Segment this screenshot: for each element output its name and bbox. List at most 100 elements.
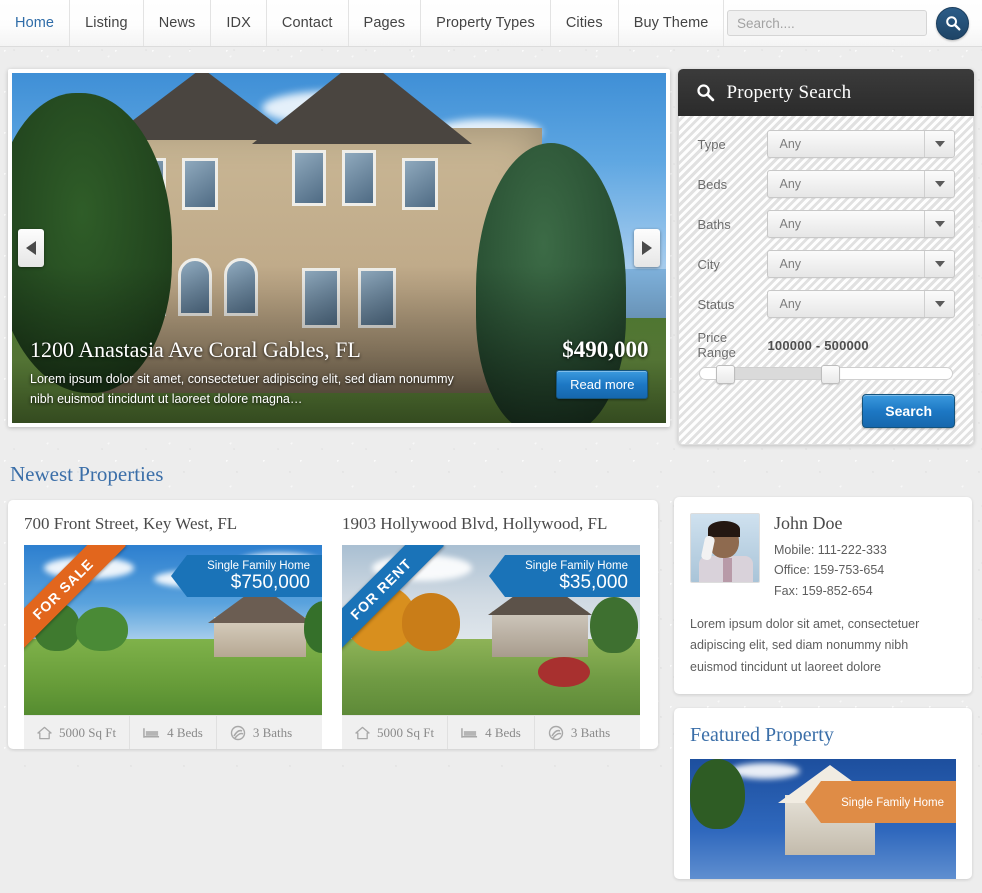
nav-item-home[interactable]: Home bbox=[0, 0, 71, 46]
property-meta: 5000 Sq Ft 4 Beds 3 Baths bbox=[24, 715, 322, 749]
nav-item-news[interactable]: News bbox=[144, 0, 212, 46]
newest-properties-heading: Newest Properties bbox=[10, 462, 164, 486]
agent-fax: Fax: 159-852-654 bbox=[774, 583, 873, 598]
chevron-down-icon bbox=[924, 171, 954, 197]
property-price: $35,000 bbox=[559, 572, 628, 594]
city-select[interactable]: Any bbox=[767, 250, 955, 278]
property-type: Single Family Home bbox=[207, 559, 310, 572]
meta-area: 5000 Sq Ft bbox=[342, 716, 447, 749]
meta-baths: 3 Baths bbox=[215, 716, 305, 749]
bath-icon bbox=[548, 725, 564, 740]
chevron-down-icon bbox=[924, 251, 954, 277]
status-select[interactable]: Any bbox=[767, 290, 955, 318]
property-card: 700 Front Street, Key West, FL Single Fa… bbox=[24, 514, 322, 749]
select-value: Any bbox=[779, 177, 802, 191]
property-search-title: Property Search bbox=[726, 81, 852, 103]
nav-item-listing[interactable]: Listing bbox=[70, 0, 144, 46]
search-input[interactable] bbox=[727, 10, 927, 36]
price-range-slider[interactable] bbox=[699, 365, 953, 384]
chevron-down-icon bbox=[924, 131, 954, 157]
newest-properties-card: 700 Front Street, Key West, FL Single Fa… bbox=[8, 500, 658, 749]
property-search-submit-button[interactable]: Search bbox=[862, 394, 955, 428]
property-card: 1903 Hollywood Blvd, Hollywood, FL Singl… bbox=[342, 514, 640, 749]
select-value: Any bbox=[779, 257, 802, 271]
meta-text: 3 Baths bbox=[570, 724, 611, 740]
price-range-label: Price Range bbox=[697, 330, 736, 360]
main-navigation: Home Listing News IDX Contact Pages Prop… bbox=[0, 0, 725, 46]
meta-beds: 4 Beds bbox=[447, 716, 534, 749]
agent-mobile: Mobile: 111-222-333 bbox=[774, 543, 887, 557]
avatar bbox=[690, 513, 760, 583]
price-range-row: Price Range 100000 - 500000 bbox=[697, 330, 955, 360]
field-beds: Beds Any bbox=[697, 170, 955, 198]
nav-item-pages[interactable]: Pages bbox=[349, 0, 422, 46]
bed-icon bbox=[143, 728, 160, 738]
agent-name: John Doe bbox=[774, 513, 843, 533]
price-ribbon: Single Family Home $750,000 bbox=[171, 555, 322, 597]
select-value: Any bbox=[779, 137, 802, 151]
chevron-down-icon bbox=[924, 211, 954, 237]
agent-card: John Doe Mobile: 111-222-333 Office: 159… bbox=[674, 497, 972, 695]
baths-select[interactable]: Any bbox=[767, 210, 955, 238]
sidebar: John Doe Mobile: 111-222-333 Office: 159… bbox=[674, 497, 972, 893]
home-icon bbox=[355, 726, 370, 739]
slide-caption: 1200 Anastasia Ave Coral Gables, FL $490… bbox=[12, 325, 666, 423]
type-select[interactable]: Any bbox=[767, 130, 955, 158]
nav-item-property-types[interactable]: Property Types bbox=[421, 0, 551, 46]
nav-item-idx[interactable]: IDX bbox=[211, 0, 267, 46]
slide-title[interactable]: 1200 Anastasia Ave Coral Gables, FL bbox=[30, 337, 361, 363]
property-search-header: Property Search bbox=[678, 69, 974, 116]
agent-description: Lorem ipsum dolor sit amet, consectetuer… bbox=[690, 616, 920, 674]
nav-item-buy-theme[interactable]: Buy Theme bbox=[619, 0, 725, 46]
property-title[interactable]: 700 Front Street, Key West, FL bbox=[24, 514, 322, 534]
header-search bbox=[727, 0, 982, 46]
search-icon bbox=[945, 16, 961, 31]
property-search-panel: Property Search Type Any Beds Any Baths … bbox=[678, 69, 974, 445]
hero-slider: 1200 Anastasia Ave Coral Gables, FL $490… bbox=[8, 69, 671, 427]
property-type: Single Family Home bbox=[841, 796, 944, 809]
property-price: $750,000 bbox=[230, 572, 310, 594]
featured-property-image[interactable]: Single Family Home bbox=[690, 759, 956, 880]
slide-description: Lorem ipsum dolor sit amet, consectetuer… bbox=[30, 372, 454, 406]
nav-label: Property Types bbox=[436, 15, 535, 31]
search-icon bbox=[697, 84, 715, 102]
price-range-value: 100000 - 500000 bbox=[767, 337, 869, 353]
chevron-left-icon bbox=[26, 241, 36, 255]
read-more-button[interactable]: Read more bbox=[556, 370, 649, 400]
search-submit-button[interactable] bbox=[936, 6, 969, 40]
price-range-handle-min[interactable] bbox=[715, 365, 735, 384]
meta-text: 5000 Sq Ft bbox=[377, 724, 435, 740]
nav-item-contact[interactable]: Contact bbox=[267, 0, 349, 46]
field-status: Status Any bbox=[697, 290, 955, 318]
nav-label: Cities bbox=[565, 15, 603, 31]
property-image[interactable]: Single Family Home $750,000 FOR SALE bbox=[24, 545, 322, 715]
field-label: Status bbox=[697, 296, 735, 312]
meta-baths: 3 Baths bbox=[533, 716, 623, 749]
nav-label: Listing bbox=[85, 15, 128, 31]
property-meta: 5000 Sq Ft 4 Beds 3 Baths bbox=[342, 715, 640, 749]
featured-property-heading: Featured Property bbox=[690, 724, 834, 747]
price-range-fill bbox=[720, 368, 827, 379]
nav-label: Contact bbox=[281, 15, 333, 31]
home-icon bbox=[37, 726, 52, 739]
meta-text: 5000 Sq Ft bbox=[59, 724, 117, 740]
field-label: City bbox=[697, 256, 720, 272]
chevron-right-icon bbox=[642, 241, 653, 255]
meta-text: 4 Beds bbox=[485, 724, 521, 740]
meta-text: 3 Baths bbox=[252, 724, 293, 740]
select-value: Any bbox=[779, 217, 802, 231]
featured-property-card: Featured Property Single Family Home bbox=[674, 708, 972, 880]
field-label: Beds bbox=[697, 176, 728, 192]
nav-item-cities[interactable]: Cities bbox=[551, 0, 619, 46]
field-label: Baths bbox=[697, 216, 731, 232]
slider-next-button[interactable] bbox=[634, 229, 661, 267]
meta-area: 5000 Sq Ft bbox=[24, 716, 129, 749]
slider-prev-button[interactable] bbox=[18, 229, 44, 267]
property-title[interactable]: 1903 Hollywood Blvd, Hollywood, FL bbox=[342, 514, 640, 534]
property-image[interactable]: Single Family Home $35,000 FOR RENT bbox=[342, 545, 640, 715]
beds-select[interactable]: Any bbox=[767, 170, 955, 198]
price-range-handle-max[interactable] bbox=[821, 365, 841, 384]
bath-icon bbox=[230, 725, 246, 740]
nav-label: Pages bbox=[363, 15, 406, 31]
bed-icon bbox=[461, 728, 478, 738]
